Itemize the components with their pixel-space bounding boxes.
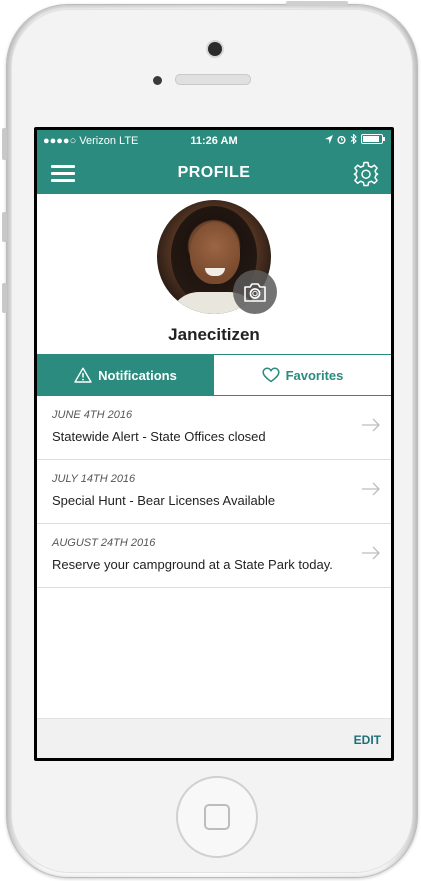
tab-notifications[interactable]: Notifications xyxy=(37,355,214,395)
volume-down-button xyxy=(2,283,7,313)
volume-up-button xyxy=(2,212,7,242)
camera-icon xyxy=(244,283,266,302)
list-item[interactable]: JULY 14TH 2016 Special Hunt - Bear Licen… xyxy=(37,460,391,524)
phone-screen: ●●●●○ Verizon LTE 11:26 AM PROFILE Janec… xyxy=(34,127,394,761)
list-item[interactable]: JUNE 4TH 2016 Statewide Alert - State Of… xyxy=(37,396,391,460)
username: Janecitizen xyxy=(168,325,260,344)
tab-favorites-label: Favorites xyxy=(285,367,344,383)
bluetooth-icon xyxy=(350,134,357,144)
status-icons xyxy=(325,134,385,144)
notification-date: JUNE 4TH 2016 xyxy=(52,409,133,421)
location-arrow-icon xyxy=(325,134,333,144)
earpiece-speaker xyxy=(175,74,251,85)
battery-icon xyxy=(361,134,385,144)
proximity-sensor xyxy=(153,76,162,85)
nav-bar: PROFILE xyxy=(37,152,391,194)
tab-notifications-label: Notifications xyxy=(98,367,177,383)
arrow-right-icon xyxy=(362,482,380,496)
gear-icon[interactable] xyxy=(353,161,379,187)
arrow-right-icon xyxy=(362,418,380,432)
tab-favorites[interactable]: Favorites xyxy=(214,355,391,395)
mute-switch xyxy=(2,128,7,160)
notification-date: AUGUST 24TH 2016 xyxy=(52,537,156,549)
bottom-toolbar: EDIT xyxy=(37,718,391,758)
arrow-right-icon xyxy=(362,546,380,560)
page-title: PROFILE xyxy=(177,164,251,181)
app-display: ●●●●○ Verizon LTE 11:26 AM PROFILE Janec… xyxy=(37,130,391,758)
notification-title: Reserve your campground at a State Park … xyxy=(52,557,333,572)
power-button xyxy=(286,1,348,6)
notification-title: Statewide Alert - State Offices closed xyxy=(52,429,266,444)
front-camera xyxy=(208,42,222,56)
status-bar: ●●●●○ Verizon LTE 11:26 AM xyxy=(37,130,391,152)
warning-icon xyxy=(74,367,92,383)
profile-tabs: Notifications Favorites xyxy=(37,354,391,396)
edit-button[interactable]: EDIT xyxy=(354,733,381,747)
change-photo-button[interactable] xyxy=(233,270,277,314)
notification-list: JUNE 4TH 2016 Statewide Alert - State Of… xyxy=(37,396,391,588)
notification-date: JULY 14TH 2016 xyxy=(52,473,136,485)
home-button[interactable] xyxy=(176,776,258,858)
home-button-square xyxy=(204,804,230,830)
heart-icon xyxy=(262,367,280,383)
alarm-icon xyxy=(337,135,346,144)
notification-title: Special Hunt - Bear Licenses Available xyxy=(52,493,276,508)
list-item[interactable]: AUGUST 24TH 2016 Reserve your campground… xyxy=(37,524,391,588)
